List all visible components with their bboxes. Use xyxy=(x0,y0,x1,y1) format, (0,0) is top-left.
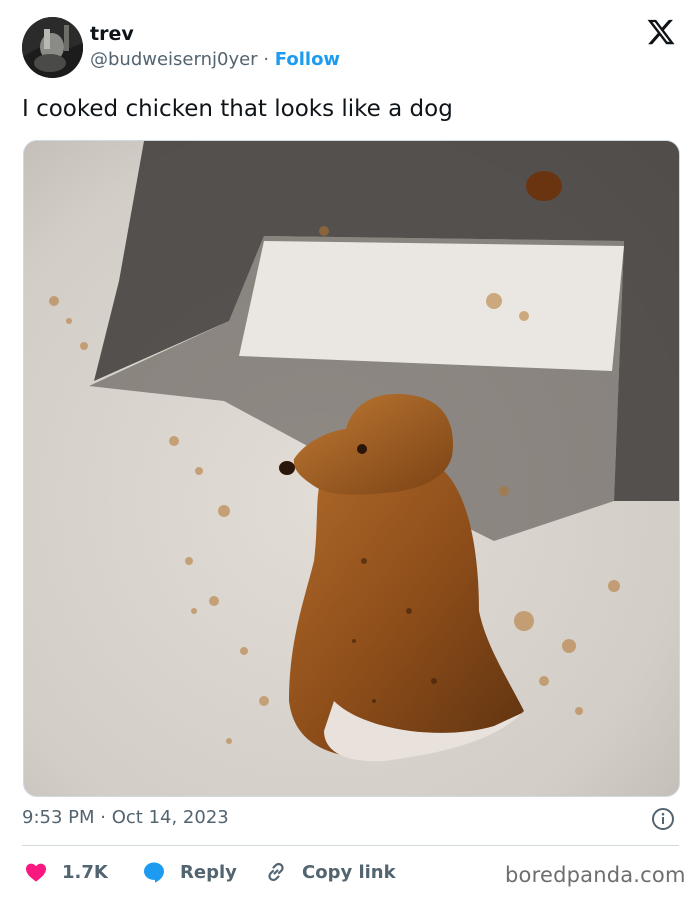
tweet-date: Oct 14, 2023 xyxy=(111,807,229,828)
heart-icon xyxy=(24,860,62,884)
author-handle[interactable]: @budweisernj0yer xyxy=(90,49,258,70)
reply-label: Reply xyxy=(180,861,237,883)
tweet-text: I cooked chicken that looks like a dog xyxy=(22,96,453,122)
tweet-photo[interactable] xyxy=(23,140,680,797)
copy-link-label: Copy link xyxy=(302,861,396,883)
separator-dot: · xyxy=(263,49,270,70)
reply-button[interactable]: Reply xyxy=(142,858,237,886)
tweet-timestamp[interactable]: 9:53 PM · Oct 14, 2023 xyxy=(22,806,229,830)
watermark: boredpanda.com xyxy=(505,863,686,887)
copy-link-button[interactable]: Copy link xyxy=(264,858,396,886)
follow-button[interactable]: Follow xyxy=(275,49,340,70)
timestamp-separator: · xyxy=(100,807,106,828)
avatar[interactable] xyxy=(22,17,83,78)
divider xyxy=(22,845,679,846)
avatar-image xyxy=(22,17,83,78)
tweet-time: 9:53 PM xyxy=(22,807,95,828)
author-name[interactable]: trev xyxy=(90,22,134,46)
tweet-card: trev @budweisernj0yer · Follow I cooked … xyxy=(0,0,700,898)
like-count: 1.7K xyxy=(62,861,108,883)
chicken-dog-photo xyxy=(24,141,679,796)
link-icon xyxy=(264,860,302,884)
info-icon[interactable] xyxy=(651,807,675,831)
like-button[interactable]: 1.7K xyxy=(24,858,108,886)
speech-bubble-icon xyxy=(142,860,180,884)
x-logo-icon[interactable] xyxy=(646,17,676,47)
author-handle-row: @budweisernj0yer · Follow xyxy=(90,48,340,72)
